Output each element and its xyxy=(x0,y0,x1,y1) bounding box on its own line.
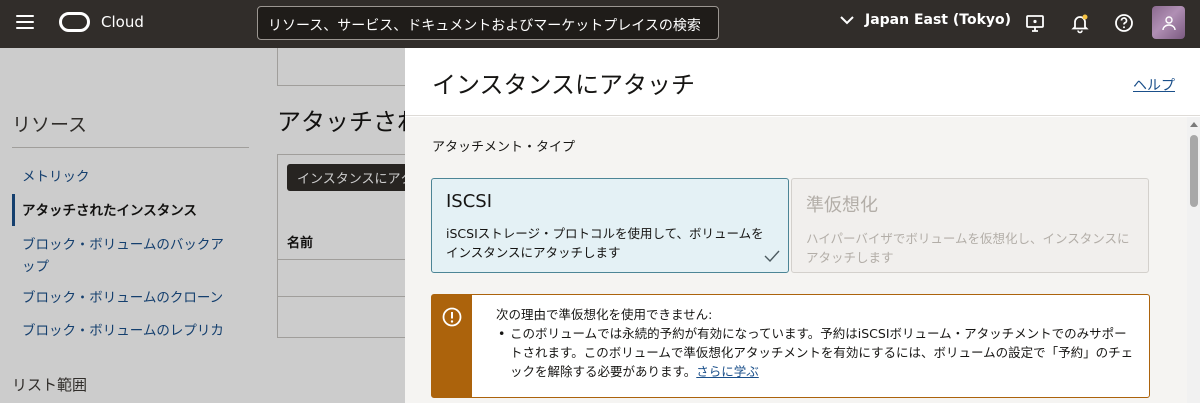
chevron-down-icon xyxy=(840,16,854,25)
sidebar-item-backups[interactable]: ブロック・ボリュームのバックアップ xyxy=(22,234,232,278)
scrollbar[interactable] xyxy=(1187,117,1200,403)
sidebar-item-replicas[interactable]: ブロック・ボリュームのレプリカ xyxy=(22,320,232,342)
divider xyxy=(12,147,249,148)
bullet-dot: • xyxy=(498,326,506,341)
warning-heading: 次の理由で準仮想化を使用できません: xyxy=(496,307,713,322)
table-row-divider xyxy=(278,296,405,297)
details-card xyxy=(277,48,405,86)
help-link[interactable]: ヘルプ xyxy=(1133,75,1175,95)
warning-side-bar xyxy=(432,295,472,397)
region-label: Japan East (Tokyo) xyxy=(865,12,1012,28)
tile-description: ハイパーバイザでボリュームを仮想化し、インスタンスにアタッチします xyxy=(806,231,1130,265)
warning-bullet-text: このボリュームでは永続的予約が有効になっています。予約はiSCSIボリューム・ア… xyxy=(510,326,1134,379)
warning-icon xyxy=(442,307,462,327)
help-icon[interactable] xyxy=(1113,12,1135,34)
top-header: Cloud リソース、サービス、ドキュメントおよびマーケットプレイスの検索 Ja… xyxy=(0,0,1200,48)
checkmark-icon xyxy=(764,250,780,262)
attach-to-instance-button[interactable]: インスタンスにアタッチ xyxy=(287,164,405,191)
drawer-header: インスタンスにアタッチ ヘルプ xyxy=(405,48,1200,116)
avatar[interactable] xyxy=(1152,6,1185,39)
volume-details-page: リソース メトリック アタッチされたインスタンス ブロック・ボリュームのバックア… xyxy=(0,48,405,403)
tile-description: iSCSIストレージ・プロトコルを使用して、ボリュームをインスタンスにアタッチし… xyxy=(446,226,764,260)
attachment-type-paravirtualized[interactable]: 準仮想化 ハイパーバイザでボリュームを仮想化し、インスタンスにアタッチします xyxy=(791,178,1149,273)
warning-bullet: • このボリュームでは永続的予約が有効になっています。予約はiSCSIボリューム… xyxy=(496,324,1135,381)
monitor-icon[interactable] xyxy=(1024,12,1046,34)
tile-title: 準仮想化 xyxy=(806,195,878,216)
bell-icon[interactable] xyxy=(1069,12,1091,34)
table-row-divider xyxy=(278,259,405,260)
list-scope-heading: リスト範囲 xyxy=(12,376,88,394)
search-input[interactable]: リソース、サービス、ドキュメントおよびマーケットプレイスの検索 xyxy=(257,6,719,40)
attach-instance-drawer: インスタンスにアタッチ ヘルプ アタッチメント・タイプ ISCSI iSCSIス… xyxy=(405,48,1200,403)
resources-heading: リソース xyxy=(12,114,88,136)
active-indicator xyxy=(12,194,15,226)
attachment-type-iscsi[interactable]: ISCSI iSCSIストレージ・プロトコルを使用して、ボリュームをインスタンス… xyxy=(431,178,789,273)
brand-name[interactable]: Cloud xyxy=(101,13,144,31)
sidebar-item-clones[interactable]: ブロック・ボリュームのクローン xyxy=(22,287,232,309)
menu-icon[interactable] xyxy=(16,15,34,29)
tile-title: ISCSI xyxy=(446,191,493,212)
scrollbar-thumb[interactable] xyxy=(1190,135,1198,207)
page-title: アタッチされたインスタンス xyxy=(277,108,405,136)
table-header-name[interactable]: 名前 xyxy=(287,232,313,251)
region-selector[interactable]: Japan East (Tokyo) xyxy=(838,11,1011,29)
sidebar-item-attached-instances[interactable]: アタッチされたインスタンス xyxy=(22,200,232,222)
warning-content: 次の理由で準仮想化を使用できません: • このボリュームでは永続的予約が有効にな… xyxy=(472,295,1149,397)
scroll-up-arrow[interactable] xyxy=(1190,122,1198,127)
drawer-title: インスタンスにアタッチ xyxy=(432,71,696,99)
user-icon xyxy=(1161,15,1176,30)
attachment-type-label: アタッチメント・タイプ xyxy=(432,140,576,155)
warning-message: 次の理由で準仮想化を使用できません: • このボリュームでは永続的予約が有効にな… xyxy=(431,294,1150,398)
learn-more-link[interactable]: さらに学ぶ xyxy=(696,364,759,379)
sidebar-item-metrics[interactable]: メトリック xyxy=(22,166,232,188)
oracle-logo[interactable] xyxy=(59,12,90,32)
